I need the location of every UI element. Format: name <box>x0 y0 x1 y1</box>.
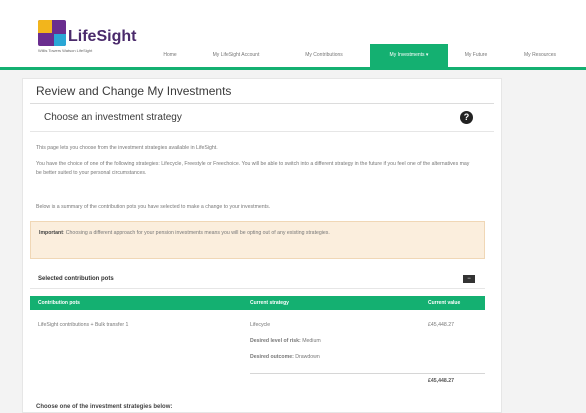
nav-item-future[interactable]: My Future <box>452 44 500 67</box>
selected-pots-title: Selected contribution pots <box>38 276 114 282</box>
notice-text: : Choosing a different approach for your… <box>62 230 330 236</box>
page-title: Review and Change My Investments <box>36 84 232 98</box>
main-nav: Home My LifeSight Account My Contributio… <box>0 44 586 67</box>
logo-mark-icon <box>38 20 66 46</box>
strategies-paragraph: You have the choice of one of the follow… <box>36 161 470 176</box>
total-divider <box>250 373 485 374</box>
header-current-value: Current value <box>428 300 461 306</box>
header-current-strategy: Current strategy <box>250 300 289 306</box>
pot-strategy: Lifecycle <box>250 322 271 328</box>
collapse-button[interactable]: − <box>463 275 475 283</box>
outcome-value: Drawdown <box>295 354 320 360</box>
nav-underline <box>0 67 586 70</box>
important-notice: Important: Choosing a different approach… <box>30 221 485 259</box>
choose-strategy-prompt: Choose one of the investment strategies … <box>36 404 173 410</box>
notice-label: Important <box>39 230 63 236</box>
risk-label: Desired level of risk: <box>250 338 301 344</box>
summary-paragraph: Below is a summary of the contribution p… <box>36 204 271 210</box>
nav-item-contributions[interactable]: My Contributions <box>286 44 362 67</box>
nav-item-account[interactable]: My LifeSight Account <box>190 44 282 67</box>
outcome-row: Desired outcome: Drawdown <box>250 354 320 360</box>
nav-item-home[interactable]: Home <box>152 44 188 67</box>
intro-paragraph: This page lets you choose from the inves… <box>36 145 218 151</box>
risk-level-row: Desired level of risk: Medium <box>250 338 321 344</box>
header-contribution-pots: Contribution pots <box>38 300 80 306</box>
title-divider <box>30 103 494 104</box>
nav-item-investments[interactable]: My Investments ▾ <box>370 44 448 67</box>
lifesight-logo[interactable]: LifeSight <box>38 18 136 46</box>
nav-item-resources[interactable]: My Resources <box>508 44 572 67</box>
pot-name: LifeSight contributions + Bulk transfer … <box>38 322 129 328</box>
help-icon[interactable]: ? <box>460 111 473 124</box>
section-title: Choose an investment strategy <box>44 112 182 123</box>
pots-total: £45,448.27 <box>428 378 454 384</box>
pot-value: £45,448.27 <box>428 322 454 328</box>
site-header: LifeSight Willis Towers Watson LifeSight… <box>0 0 586 70</box>
outcome-label: Desired outcome: <box>250 354 294 360</box>
risk-value: Medium <box>302 338 321 344</box>
right-margin <box>502 78 586 413</box>
